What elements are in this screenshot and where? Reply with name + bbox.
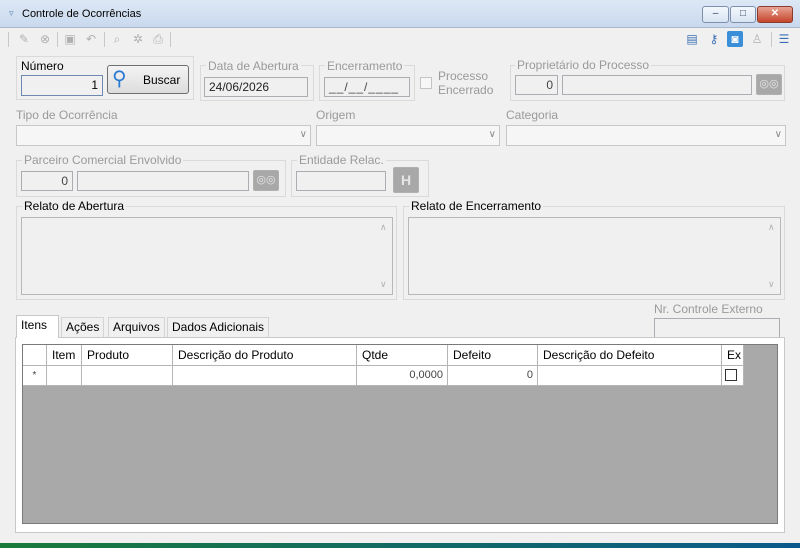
row-indicator-header [23,345,47,366]
search-icon[interactable]: ⌕ [109,31,125,47]
processo-encerrado-label-2: Encerrado [438,83,494,97]
toolbar: ✎ ⊗ ▣ ↶ ⌕ ✲ ⎙ ▤ ⚷ ◙ ♙ ☰ [0,28,800,52]
menu-icon[interactable]: ☰ [776,31,792,47]
save-icon[interactable]: ▣ [62,31,78,47]
column-header-descricao-defeito[interactable]: Descrição do Defeito [538,345,722,366]
key-icon[interactable]: ⚷ [706,31,722,47]
title-bar: ▿ Controle de Ocorrências – □ ✕ [0,0,800,28]
cell-defeito[interactable]: 0 [448,366,538,386]
tipo-ocorrencia-select[interactable]: ∨ [16,125,311,146]
entity-icon[interactable]: H [393,167,419,193]
cell-produto[interactable] [82,366,173,386]
buscar-button[interactable]: ⚲ Buscar [107,65,189,94]
column-header-qtde[interactable]: Qtde [357,345,448,366]
parceiro-code: 0 [21,171,73,191]
column-header-item[interactable]: Item [47,345,82,366]
cell-descricao-defeito[interactable] [538,366,722,386]
chevron-down-icon: ∨ [380,279,387,289]
binoculars-icon[interactable]: ◎◎ [756,74,782,95]
proprietario-label: Proprietário do Processo [515,58,652,72]
scrollbar[interactable]: ∧ ∨ [766,220,778,292]
tab-dados-adicionais[interactable]: Dados Adicionais [167,317,270,337]
nr-controle-label: Nr. Controle Externo [654,302,763,316]
cancel-icon[interactable]: ⊗ [37,31,53,47]
data-abertura-label: Data de Abertura [206,59,301,73]
cell-ex [722,366,744,386]
relato-encerramento-label: Relato de Encerramento [409,199,544,213]
window-title: Controle de Ocorrências [22,8,142,20]
user-icon[interactable]: ♙ [749,31,765,47]
cell-qtde[interactable]: 0,0000 [357,366,448,386]
items-grid[interactable]: Item Produto Descrição do Produto Qtde D… [22,344,778,524]
column-header-produto[interactable]: Produto [82,345,173,366]
proprietario-name [562,75,752,95]
magnifier-icon: ⚲ [112,68,127,90]
relato-abertura-label: Relato de Abertura [22,199,127,213]
entidade-field [296,171,386,191]
new-row-marker: * [23,366,47,386]
proprietario-code: 0 [515,75,558,95]
toolbar-separator [170,32,171,47]
encerramento-label: Encerramento [325,59,405,73]
tab-arquivos[interactable]: Arquivos [108,317,165,337]
chevron-down-icon: ∨ [299,129,307,140]
maximize-button[interactable]: □ [730,6,756,23]
origem-select[interactable]: ∨ [316,125,500,146]
minimize-button[interactable]: – [702,6,729,23]
relato-abertura-textarea[interactable]: ∧ ∨ [21,217,393,295]
categoria-label: Categoria [506,108,559,122]
origem-label: Origem [316,108,356,122]
refresh-icon[interactable]: ✲ [130,31,146,47]
taskbar-strip [0,543,800,548]
chevron-up-icon: ∧ [380,222,387,232]
binoculars-icon[interactable]: ◎◎ [253,170,279,191]
toolbar-separator [104,32,105,47]
column-header-defeito[interactable]: Defeito [448,345,538,366]
column-header-descricao-produto[interactable]: Descrição do Produto [173,345,357,366]
cell-descricao-produto[interactable] [173,366,357,386]
chevron-down-icon: ∨ [768,279,775,289]
encerramento-field: __/__/____ [324,77,410,97]
toolbar-separator [57,32,58,47]
window-icon-button[interactable]: ◙ [727,31,743,47]
relato-encerramento-textarea[interactable]: ∧ ∨ [408,217,781,295]
undo-icon[interactable]: ↶ [83,31,99,47]
entidade-label: Entidade Relac. [297,153,386,167]
print-icon[interactable]: ⎙ [150,31,166,47]
processo-encerrado-checkbox[interactable] [420,77,432,89]
edit-icon[interactable]: ✎ [16,31,32,47]
parceiro-label: Parceiro Comercial Envolvido [22,153,184,167]
tipo-ocorrencia-label: Tipo de Ocorrência [16,108,118,122]
data-abertura-field: 24/06/2026 [204,77,308,97]
ex-checkbox[interactable] [725,369,737,381]
buscar-label: Buscar [143,73,181,87]
tab-acoes[interactable]: Ações [61,317,105,337]
close-button[interactable]: ✕ [757,6,793,23]
chevron-up-icon: ∧ [768,222,775,232]
card-icon[interactable]: ▤ [684,31,700,47]
numero-label: Número [21,59,64,73]
numero-input[interactable]: 1 [21,75,103,96]
chevron-down-icon: ∨ [774,129,782,140]
nr-controle-field [654,318,780,338]
processo-encerrado-label-1: Processo [438,69,489,83]
tab-itens[interactable]: Itens [16,315,59,338]
toolbar-separator [771,32,772,47]
column-header-ex[interactable]: Ex [722,345,744,366]
cell-item[interactable] [47,366,82,386]
chevron-down-icon: ∨ [488,129,496,140]
parceiro-name [77,171,249,191]
categoria-select[interactable]: ∨ [506,125,786,146]
scrollbar[interactable]: ∧ ∨ [378,220,390,292]
window-icon: ▿ [9,8,14,18]
toolbar-grip [8,32,9,47]
